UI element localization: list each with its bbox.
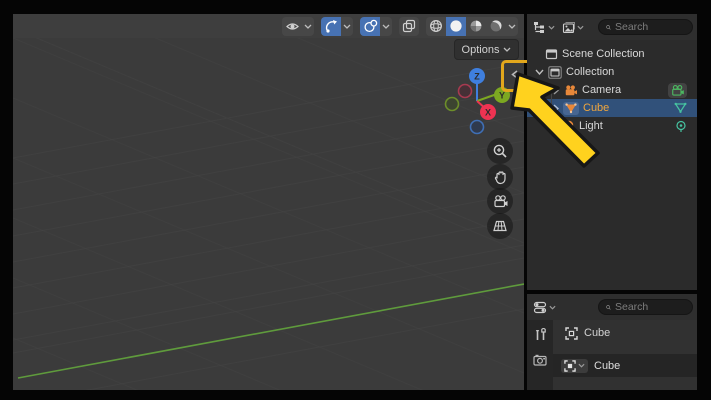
collection-box-icon [545, 49, 558, 60]
camera-view-button[interactable] [487, 188, 513, 214]
object-type-visibility-group [282, 16, 314, 36]
options-label: Options [461, 43, 500, 56]
overlays-icon [363, 19, 377, 33]
show-overlays-button[interactable] [360, 16, 380, 36]
properties-search-input[interactable] [615, 301, 685, 313]
shading-dropdown-caret[interactable] [506, 17, 518, 36]
search-icon [606, 24, 611, 30]
viewport-header [13, 14, 524, 38]
x-ray-icon [402, 19, 416, 33]
display-mode-button[interactable] [560, 20, 586, 35]
chevron-down-icon [578, 363, 585, 368]
rendered-sphere-icon [490, 20, 502, 32]
visibility-eye-icon [285, 22, 299, 30]
wireframe-sphere-icon [430, 20, 442, 32]
options-dropdown[interactable]: Options [454, 39, 519, 60]
overlays-dropdown-caret[interactable] [380, 17, 392, 36]
outliner-editor-icon [534, 21, 544, 33]
material-sphere-icon [470, 20, 482, 32]
properties-search[interactable] [598, 299, 693, 315]
shading-wireframe-button[interactable] [426, 16, 446, 36]
object-id-selector[interactable] [561, 358, 588, 373]
perspective-grid-icon [493, 220, 507, 232]
camera-data-icon[interactable] [668, 82, 687, 98]
camera-view-icon [493, 194, 507, 207]
perspective-toggle-button[interactable] [487, 213, 513, 239]
properties-breadcrumb[interactable]: Cube [553, 320, 697, 346]
x-ray-group [399, 16, 419, 36]
editor-type-button[interactable] [531, 20, 557, 35]
properties-editor-icon [533, 301, 547, 313]
render-camera-icon [533, 354, 547, 366]
object-type-visibility-button[interactable] [282, 16, 302, 36]
grid-y-axis-line [17, 283, 524, 379]
show-gizmo-group [321, 16, 353, 36]
annotation-arrow-cursor [510, 72, 600, 168]
gizmo-icon [325, 20, 337, 33]
outliner-row-scene-collection[interactable]: Scene Collection [527, 45, 697, 63]
axis-neg-y-ball [444, 96, 460, 112]
object-icon [564, 359, 576, 372]
properties-panel: Cube Cube [527, 294, 697, 390]
outliner-search[interactable] [598, 19, 693, 35]
visibility-dropdown-caret[interactable] [302, 17, 314, 36]
shading-solid-button[interactable] [446, 16, 466, 36]
show-overlays-group [360, 16, 392, 36]
properties-editor-type-button[interactable] [531, 300, 558, 315]
object-icon [565, 326, 578, 340]
object-name-value: Cube [594, 359, 621, 372]
search-icon [606, 304, 611, 310]
row-label: Scene Collection [562, 48, 645, 60]
properties-header [527, 294, 697, 320]
outliner-search-input[interactable] [615, 21, 685, 33]
view-layer-icon [562, 21, 575, 33]
toggle-x-ray-button[interactable] [399, 16, 419, 36]
chevron-down-icon [549, 305, 556, 310]
axis-x-label: X [485, 108, 491, 118]
properties-tab-strip [527, 320, 553, 390]
tool-icon [535, 328, 546, 340]
tab-tool[interactable] [534, 328, 547, 342]
axis-z-label: Z [474, 72, 480, 82]
outliner-header [527, 14, 697, 40]
shading-mode-group [426, 16, 518, 36]
solid-sphere-icon [450, 20, 462, 32]
object-name-row[interactable]: Cube [553, 354, 697, 377]
mesh-data-icon[interactable] [674, 102, 687, 114]
light-data-icon[interactable] [675, 120, 687, 133]
axis-neg-x-ball [457, 83, 473, 99]
chevron-down-icon [503, 47, 511, 52]
show-gizmo-button[interactable] [321, 16, 341, 36]
blender-window: Options Z Y X Search Scene Collection Co… [0, 0, 711, 400]
tab-render[interactable] [533, 354, 547, 366]
properties-content: Cube Cube [553, 320, 697, 390]
chevron-down-icon [548, 25, 555, 30]
chevron-down-icon [577, 25, 584, 30]
axis-neg-z-ball [469, 119, 485, 135]
shading-rendered-button[interactable] [486, 16, 506, 36]
shading-material-preview-button[interactable] [466, 16, 486, 36]
gizmo-dropdown-caret[interactable] [341, 17, 353, 36]
breadcrumb-object-name: Cube [584, 327, 611, 339]
